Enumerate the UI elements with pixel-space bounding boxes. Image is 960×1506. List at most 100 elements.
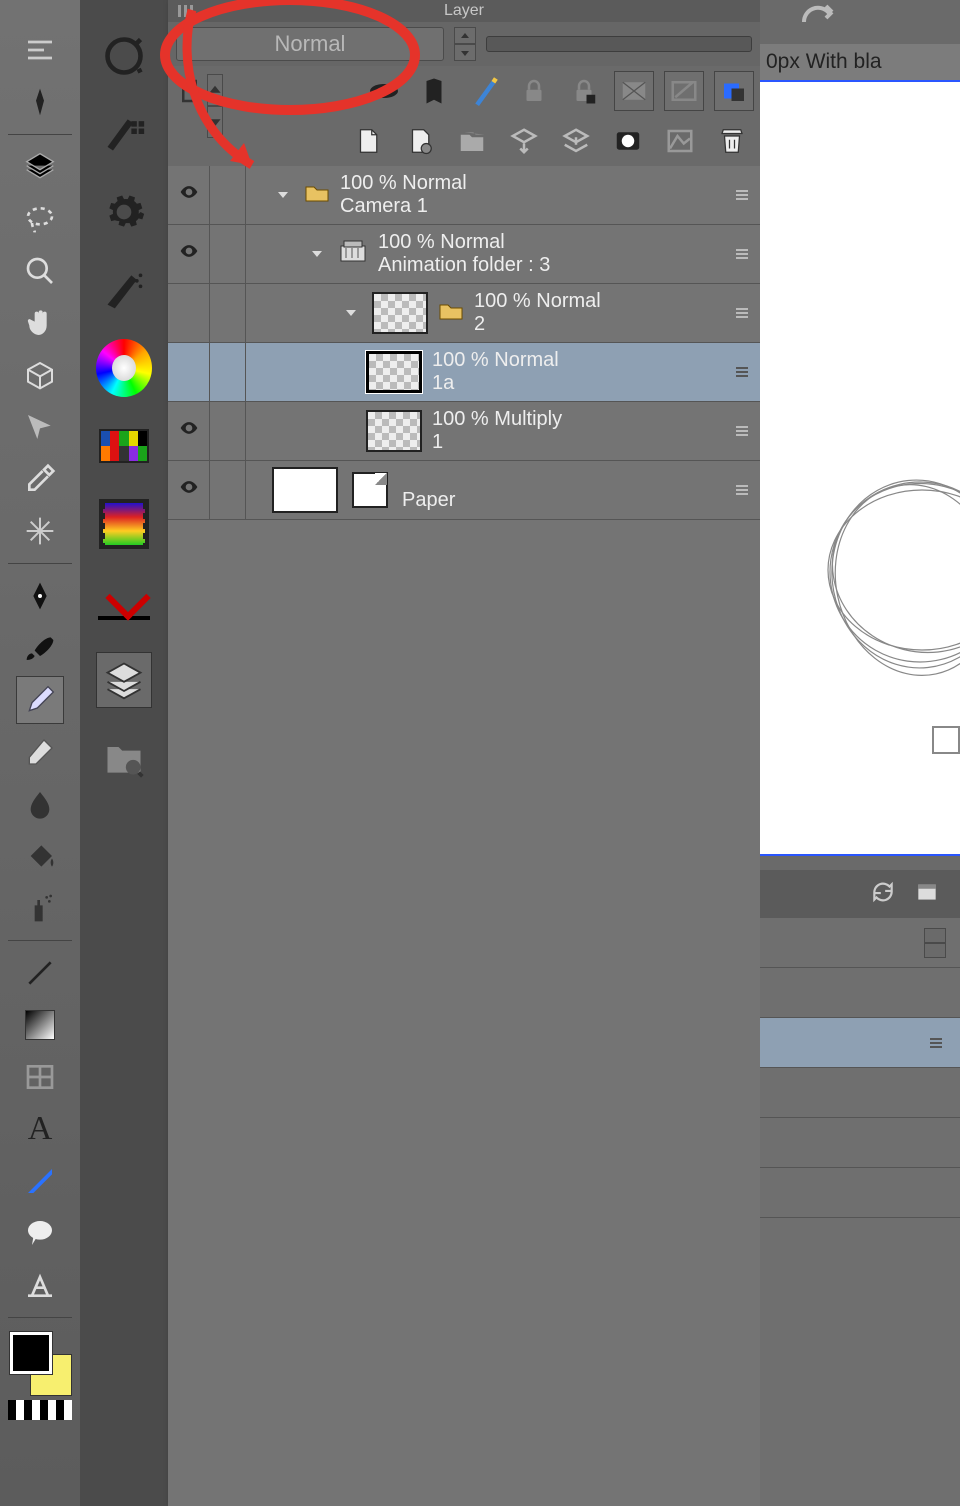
hatch-icon[interactable]: [16, 143, 64, 191]
spray-icon[interactable]: [16, 884, 64, 932]
chevron-down-icon[interactable]: [306, 243, 328, 265]
brush-icon[interactable]: [16, 624, 64, 672]
panel-grip-icon[interactable]: [178, 5, 193, 17]
new-raster-layer-icon[interactable]: [350, 123, 386, 159]
approve-icon[interactable]: [96, 574, 152, 630]
visibility-toggle[interactable]: [168, 166, 210, 224]
lock-icon[interactable]: [514, 71, 554, 111]
visibility-toggle[interactable]: [168, 402, 210, 460]
create-mask-icon[interactable]: [610, 123, 646, 159]
perspective-icon[interactable]: [16, 1261, 64, 1309]
visibility-toggle[interactable]: [168, 461, 210, 519]
eyedropper-icon[interactable]: [16, 455, 64, 503]
brush-size-icon[interactable]: [96, 262, 152, 318]
draft-pencil-icon[interactable]: [464, 71, 504, 111]
lock-toggle[interactable]: [210, 343, 246, 401]
folder-search-icon[interactable]: [96, 730, 152, 786]
mask-from-selection-icon[interactable]: [664, 71, 704, 111]
bucket-icon[interactable]: [16, 832, 64, 880]
layers-panel-icon[interactable]: [96, 652, 152, 708]
trash-icon[interactable]: [714, 123, 750, 159]
lock-toggle[interactable]: [210, 284, 246, 342]
timeline-track[interactable]: [760, 968, 960, 1018]
row-menu-icon[interactable]: [724, 461, 760, 519]
chevron-down-icon[interactable]: [340, 302, 362, 324]
visibility-toggle[interactable]: [168, 343, 210, 401]
ruler-icon[interactable]: [16, 1157, 64, 1205]
timeline-track[interactable]: [760, 1168, 960, 1218]
mask-preview-icon[interactable]: [364, 71, 404, 111]
line-tool-icon[interactable]: [16, 949, 64, 997]
track-stepper[interactable]: [924, 928, 946, 958]
layer-row-2[interactable]: 100 % Normal 2: [168, 284, 760, 343]
subtool-group-icon[interactable]: [96, 106, 152, 162]
color-swatch-pair[interactable]: [8, 1332, 72, 1396]
pencil-tool-icon[interactable]: [16, 676, 64, 724]
lock-toggle[interactable]: [210, 225, 246, 283]
row-menu-icon[interactable]: [724, 343, 760, 401]
color-wheel-icon[interactable]: [96, 340, 152, 396]
visibility-toggle[interactable]: [168, 225, 210, 283]
lock-toggle[interactable]: [210, 402, 246, 460]
chevron-down-icon[interactable]: [454, 44, 476, 61]
blend-stepper[interactable]: [454, 27, 476, 61]
new-vector-layer-icon[interactable]: [402, 123, 438, 159]
indent-icon[interactable]: [16, 26, 64, 74]
palette-stepper[interactable]: [174, 71, 226, 111]
timeline-track[interactable]: [760, 918, 960, 968]
visibility-toggle[interactable]: [168, 284, 210, 342]
canvas-area[interactable]: [760, 80, 960, 856]
mask-new-a-icon[interactable]: [614, 71, 654, 111]
new-folder-icon[interactable]: [454, 123, 490, 159]
move-tool-icon[interactable]: [16, 403, 64, 451]
transparent-swatch[interactable]: [8, 1400, 72, 1420]
frame-divide-icon[interactable]: [16, 1053, 64, 1101]
row-menu-icon[interactable]: [724, 166, 760, 224]
quick-access-icon[interactable]: [96, 28, 152, 84]
refresh-icon[interactable]: [870, 879, 896, 910]
hamburger-icon[interactable]: [926, 1033, 946, 1053]
nib-pen-icon[interactable]: [16, 572, 64, 620]
foreground-color-swatch[interactable]: [10, 1332, 52, 1374]
row-menu-icon[interactable]: [724, 225, 760, 283]
text-tool-icon[interactable]: A: [16, 1105, 64, 1153]
apply-mask-2-icon[interactable]: [662, 123, 698, 159]
timeline-track[interactable]: [760, 1018, 960, 1068]
layer-row-1a[interactable]: 100 % Normal 1a: [168, 343, 760, 402]
gradient-tool-icon[interactable]: [16, 1001, 64, 1049]
apply-mask-icon[interactable]: [714, 71, 754, 111]
droplet-icon[interactable]: [16, 780, 64, 828]
reference-icon[interactable]: [414, 71, 454, 111]
chevron-down-icon[interactable]: [272, 184, 294, 206]
layer-row-1[interactable]: 100 % Multiply 1: [168, 402, 760, 461]
panel-titlebar[interactable]: Layer: [168, 0, 760, 22]
crop-handle-icon[interactable]: [932, 726, 960, 754]
row-menu-icon[interactable]: [724, 402, 760, 460]
opacity-slider[interactable]: [486, 36, 752, 52]
film-strip-icon[interactable]: [96, 496, 152, 552]
hand-tool-icon[interactable]: [16, 299, 64, 347]
color-swatches-icon[interactable]: [96, 418, 152, 474]
merge-down-icon[interactable]: [558, 123, 594, 159]
chevron-up-icon[interactable]: [454, 27, 476, 44]
redo-icon[interactable]: [798, 0, 838, 37]
timeline-track[interactable]: [760, 1068, 960, 1118]
row-menu-icon[interactable]: [724, 284, 760, 342]
lock-toggle[interactable]: [210, 461, 246, 519]
transfer-down-icon[interactable]: [506, 123, 542, 159]
layer-row-camera[interactable]: 100 % Normal Camera 1: [168, 166, 760, 225]
lock-toggle[interactable]: [210, 166, 246, 224]
cube-icon[interactable]: [16, 351, 64, 399]
gear-icon[interactable]: [96, 184, 152, 240]
blend-mode-select[interactable]: Normal: [176, 27, 444, 61]
zoom-icon[interactable]: [16, 247, 64, 295]
layer-row-anim[interactable]: 100 % Normal Animation folder : 3: [168, 225, 760, 284]
speech-bubble-icon[interactable]: [16, 1209, 64, 1257]
window-icon[interactable]: [914, 879, 940, 910]
timeline-track[interactable]: [760, 1118, 960, 1168]
lasso-icon[interactable]: [16, 195, 64, 243]
sparkle-icon[interactable]: [16, 507, 64, 555]
pen-tool-icon[interactable]: [16, 78, 64, 126]
eraser-icon[interactable]: [16, 728, 64, 776]
lock-transparent-icon[interactable]: [564, 71, 604, 111]
